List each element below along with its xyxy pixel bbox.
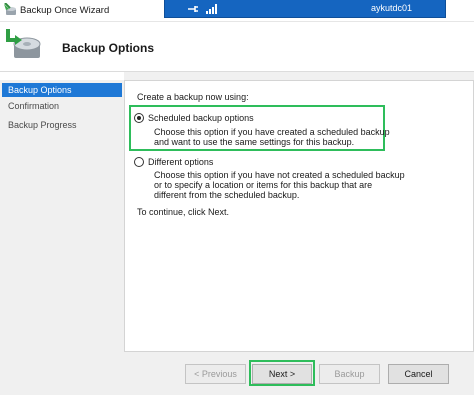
previous-button[interactable]: < Previous — [185, 364, 246, 384]
signal-bars-icon[interactable] — [205, 3, 217, 15]
remote-connection-bar[interactable]: aykutdc01 — [164, 0, 446, 18]
different-options-radio[interactable] — [134, 157, 144, 167]
sidebar-item-confirmation[interactable]: Confirmation — [2, 99, 122, 113]
sidebar-item-backup-progress[interactable]: Backup Progress — [2, 118, 122, 132]
different-options-description-line-3: different from the scheduled backup. — [154, 190, 300, 200]
wizard-step-sidebar: Backup Options Confirmation Backup Progr… — [0, 80, 124, 395]
wizard-header: Backup Options — [0, 22, 474, 72]
next-button[interactable]: Next > — [252, 364, 312, 384]
options-content: Create a backup now using: Scheduled bac… — [124, 80, 474, 352]
page-title: Backup Options — [62, 41, 155, 55]
backup-wizard-icon — [4, 3, 16, 15]
main-panel: Create a backup now using: Scheduled bac… — [124, 72, 474, 395]
sidebar-item-backup-options[interactable]: Backup Options — [2, 83, 122, 97]
scheduled-backup-label[interactable]: Scheduled backup options — [148, 113, 254, 123]
cancel-button[interactable]: Cancel — [388, 364, 449, 384]
different-options-description-line-1: Choose this option if you have not creat… — [154, 170, 405, 180]
remote-host-name: aykutdc01 — [371, 3, 413, 13]
pin-icon[interactable] — [187, 3, 199, 15]
different-options-label[interactable]: Different options — [148, 157, 213, 167]
scheduled-backup-description-line-2: and want to use the same settings for th… — [154, 137, 355, 147]
backup-button[interactable]: Backup — [319, 364, 380, 384]
different-options-description-line-2: or to specify a location or items for th… — [154, 180, 373, 190]
scheduled-backup-description-line-1: Choose this option if you have created a… — [154, 127, 390, 137]
window-title: Backup Once Wizard — [20, 5, 110, 16]
backup-disk-icon — [6, 29, 41, 58]
scheduled-backup-radio[interactable] — [134, 113, 144, 123]
backup-prompt: Create a backup now using: — [137, 92, 249, 102]
wizard-button-bar: < Previous Next > Backup Cancel — [124, 354, 474, 395]
continue-instruction: To continue, click Next. — [137, 207, 230, 217]
